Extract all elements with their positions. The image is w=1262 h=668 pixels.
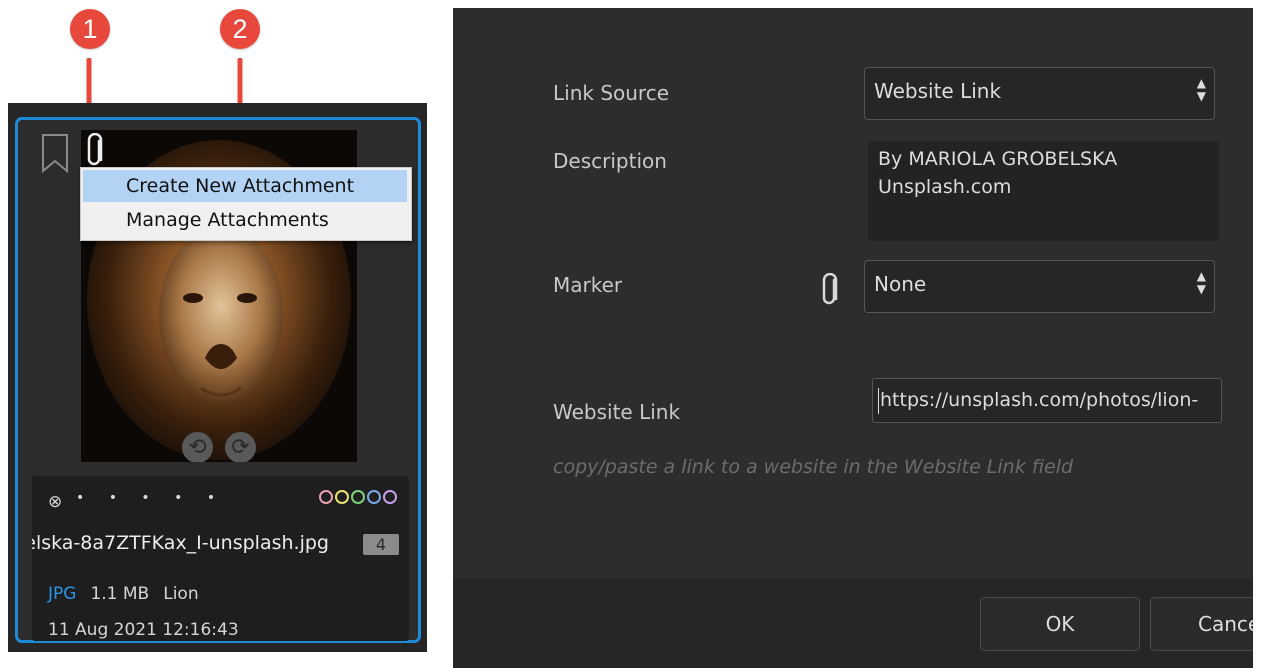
- description-label: Description: [553, 149, 667, 173]
- callout-badge-2: 2: [220, 9, 260, 49]
- file-name: elska-8a7ZTFKax_I-unsplash.jpg: [32, 532, 409, 558]
- paperclip-icon: [822, 273, 838, 305]
- website-link-value: https://unsplash.com/photos/lion-: [880, 389, 1199, 411]
- rotate-ccw-icon[interactable]: ⟲: [182, 432, 213, 462]
- color-label-purple[interactable]: [383, 490, 397, 504]
- file-name-text: elska-8a7ZTFKax_I-unsplash.jpg: [32, 532, 329, 554]
- color-label-red[interactable]: [319, 490, 333, 504]
- reject-icon[interactable]: ⊗: [48, 493, 62, 511]
- thumbnail-info: ⊗ • • • • • elska-8a7ZTFKax_I-unsplash.j…: [32, 476, 409, 641]
- website-link-hint: copy/paste a link to a website in the We…: [553, 456, 1074, 478]
- bookmark-icon[interactable]: [41, 133, 69, 173]
- file-format: JPG: [48, 584, 77, 604]
- link-source-select[interactable]: Website Link ▲ ▼: [864, 67, 1215, 120]
- description-line-1: By MARIOLA GROBELSKA: [878, 148, 1118, 170]
- callout-badge-1: 1: [70, 9, 110, 49]
- link-source-value: Website Link: [874, 79, 1002, 103]
- text-cursor: [878, 387, 879, 414]
- updown-caret-icon: ▲ ▼: [1196, 269, 1206, 296]
- attachment-context-menu: Create New Attachment Manage Attachments: [80, 167, 412, 241]
- file-meta: JPG 1.1 MB Lion: [48, 584, 199, 604]
- rating-dots[interactable]: • • • • •: [76, 490, 225, 506]
- cancel-button[interactable]: Cance: [1150, 597, 1253, 651]
- color-label-green[interactable]: [351, 490, 365, 504]
- updown-caret-icon: ▲ ▼: [1196, 76, 1206, 103]
- keyword: Lion: [163, 584, 199, 604]
- menu-item-manage-attachments[interactable]: Manage Attachments: [83, 204, 407, 236]
- capture-date: 11 Aug 2021 12:16:43: [48, 620, 239, 640]
- marker-select[interactable]: None ▲ ▼: [864, 260, 1215, 313]
- attachment-dialog: Link Source Website Link ▲ ▼ Description …: [453, 8, 1253, 668]
- ok-button[interactable]: OK: [980, 597, 1140, 651]
- menu-item-create-new-attachment[interactable]: Create New Attachment: [83, 170, 407, 202]
- color-label-blue[interactable]: [367, 490, 381, 504]
- description-line-2: Unsplash.com: [878, 176, 1012, 198]
- website-link-label: Website Link: [553, 400, 681, 424]
- link-source-label: Link Source: [553, 81, 670, 105]
- attachment-count-badge: 4: [363, 534, 399, 555]
- description-field[interactable]: By MARIOLA GROBELSKA Unsplash.com: [868, 141, 1219, 241]
- marker-value: None: [874, 272, 927, 296]
- marker-label: Marker: [553, 273, 623, 297]
- dialog-footer: OK Cance: [453, 578, 1253, 668]
- paperclip-icon[interactable]: [85, 133, 105, 169]
- color-labels[interactable]: [319, 490, 397, 504]
- rotate-cw-icon[interactable]: ⟳: [225, 432, 256, 462]
- website-link-input[interactable]: https://unsplash.com/photos/lion-: [872, 378, 1222, 423]
- color-label-yellow[interactable]: [335, 490, 349, 504]
- file-size: 1.1 MB: [90, 584, 150, 604]
